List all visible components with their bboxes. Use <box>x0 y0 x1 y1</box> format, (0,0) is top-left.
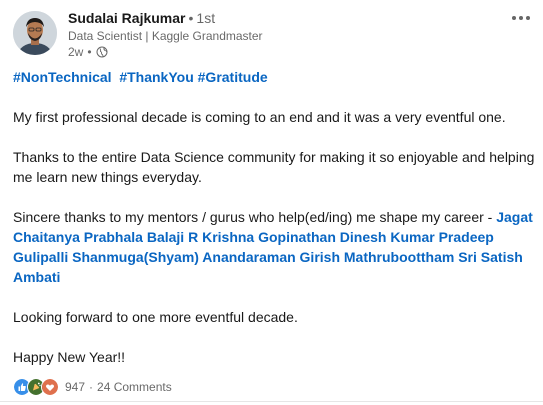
author-headline: Data Scientist | Kaggle Grandmaster <box>68 29 263 43</box>
post-paragraph: Looking forward to one more eventful dec… <box>13 309 298 325</box>
hashtag-line: #NonTechnical #ThankYou #Gratitude <box>13 67 538 87</box>
avatar-image <box>13 11 57 55</box>
post-meta: 2w • <box>68 45 108 59</box>
connection-degree: 1st <box>196 10 216 26</box>
meta-separator: • <box>87 45 92 59</box>
post-body: #NonTechnical #ThankYou #Gratitude My fi… <box>13 67 538 367</box>
hashtag-link[interactable]: #NonTechnical <box>13 69 112 85</box>
more-options-icon[interactable] <box>509 10 533 26</box>
divider <box>0 401 543 402</box>
reaction-icons[interactable] <box>13 378 59 396</box>
author-name-text[interactable]: Sudalai Rajkumar <box>68 10 186 26</box>
degree-separator: • <box>188 10 194 26</box>
mention-link[interactable]: Shanmuga(Shyam) Anandaraman <box>72 249 296 265</box>
mention-link[interactable]: Dinesh Kumar <box>340 229 435 245</box>
mention-link[interactable]: Girish Mathruboottham <box>300 249 455 265</box>
post-paragraph: My first professional decade is coming t… <box>13 109 506 125</box>
post-time: 2w <box>68 45 84 59</box>
author-name[interactable]: Sudalai Rajkumar • 1st <box>68 10 215 26</box>
love-icon <box>41 378 59 396</box>
mention-link[interactable]: Krishna Gopinathan <box>202 229 336 245</box>
social-separator: · <box>89 380 94 394</box>
post-paragraph-text: Sincere thanks to my mentors / gurus who… <box>13 209 497 225</box>
feed-post: Sudalai Rajkumar • 1st Data Scientist | Ka… <box>0 0 543 405</box>
post-paragraph: Happy New Year!! <box>13 349 126 365</box>
reaction-count[interactable]: 947 <box>65 380 85 394</box>
mention-link[interactable]: Balaji R <box>147 229 198 245</box>
hashtag-link[interactable]: #ThankYou <box>119 69 193 85</box>
author-avatar[interactable] <box>13 11 57 55</box>
hashtag-link[interactable]: #Gratitude <box>198 69 268 85</box>
post-paragraph: Thanks to the entire Data Science commun… <box>13 149 535 185</box>
globe-icon <box>96 46 108 58</box>
comments-count[interactable]: 24 Comments <box>97 380 172 394</box>
social-counts: 947 · 24 Comments <box>13 378 172 396</box>
mentions-paragraph: Sincere thanks to my mentors / gurus who… <box>13 207 538 287</box>
